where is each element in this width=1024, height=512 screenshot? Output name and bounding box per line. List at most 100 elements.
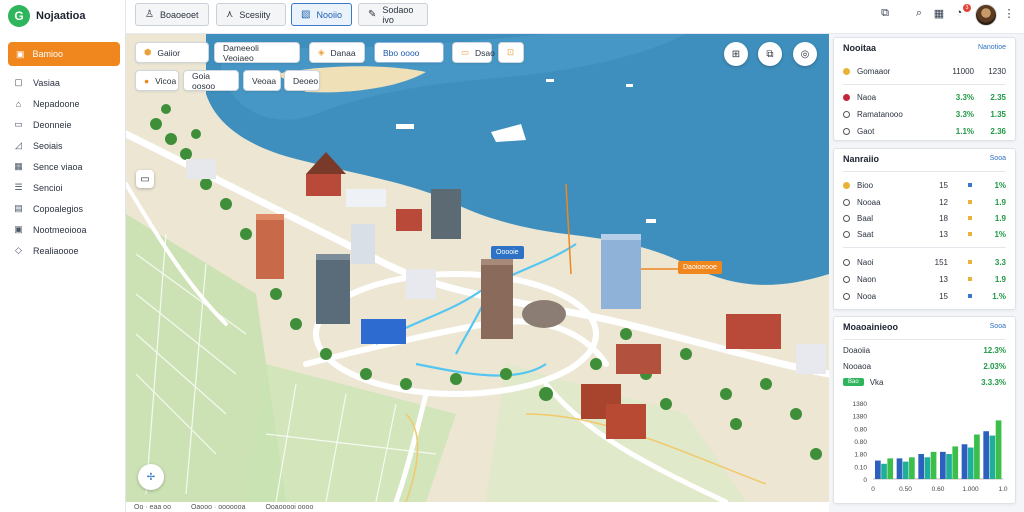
bar-chart: 1380 1380 0.80 0.80 1.80 0.10 00 0.50 0.60 1.000 1…	[853, 401, 1008, 493]
layers-icon: ◈	[318, 47, 325, 57]
divider	[843, 171, 1006, 172]
panel-link[interactable]: Nanotioe	[978, 44, 1006, 51]
map-filter-chip[interactable]: ⊡	[498, 42, 524, 63]
bar[interactable]	[909, 457, 915, 479]
map-filter-chip[interactable]: ⬢ Gaiior	[135, 42, 209, 63]
sidebar-item-label: Sencioi	[33, 182, 63, 193]
toolbar-button-2[interactable]: ▧ Nooiio	[291, 3, 352, 26]
metric-row[interactable]: Doaoiia 12.3%	[843, 343, 1006, 357]
map-status-bar: Oo · eaa oo Oaooo · ooooooa Ooaooooi oooo	[126, 502, 829, 512]
chart-icon: ◿	[15, 140, 22, 150]
metric-row[interactable]: Nooaoa 2.03%	[843, 359, 1006, 373]
toolbar-button-1[interactable]: ⋏ Scesiity	[216, 3, 286, 26]
bar[interactable]	[983, 431, 990, 479]
sidebar-item-8[interactable]: ◇ Realiaoooe	[8, 240, 120, 261]
bar[interactable]	[974, 434, 980, 479]
share-icon[interactable]: ⧉	[878, 6, 892, 20]
row-label: Nooa	[857, 291, 877, 301]
sidebar-item-5[interactable]: ☰ Sencioi	[8, 177, 120, 198]
bar[interactable]	[961, 444, 968, 479]
bar[interactable]	[946, 454, 952, 479]
status-dot-icon	[843, 127, 850, 135]
row-label: Naoa	[857, 92, 877, 102]
toolbar-button-label: Sodaoo ivo	[382, 4, 414, 25]
map-filter-chip[interactable]: Dameeoli Veoiaeo	[214, 42, 300, 63]
more-icon[interactable]: ⋮	[1002, 6, 1016, 20]
avatar[interactable]	[975, 4, 997, 26]
file-icon: ▣	[16, 48, 25, 59]
list-item[interactable]: Bioo 15 1%	[843, 178, 1006, 192]
sidebar-item-4[interactable]: ▦ Sence viaoa	[8, 156, 120, 177]
bar[interactable]	[940, 451, 946, 479]
indicator-square-icon	[968, 294, 972, 298]
sidebar-item-2[interactable]: ▭ Deonneie	[8, 114, 120, 135]
bar[interactable]	[924, 457, 931, 479]
status-dot-icon	[843, 198, 850, 206]
map-filter-chip[interactable]: ▭ Dsao	[452, 42, 495, 63]
bar[interactable]	[918, 454, 925, 479]
map-filter-chip[interactable]: ◈ Danaa	[309, 42, 365, 63]
map-view[interactable]: ⬢ Gaiior Dameeoli Veoiaeo ◈ Danaa Bbo oooo ▭ Ds…	[126, 34, 829, 502]
row-value-1: 11000	[952, 66, 974, 76]
pin-icon: ●	[144, 75, 150, 86]
map-label-tag-2[interactable]: Daoioeooe	[678, 261, 722, 274]
bar[interactable]	[896, 458, 903, 479]
list-item[interactable]: Saat 13 1%	[843, 227, 1006, 241]
map-filter-chip[interactable]: Goia oosoo	[183, 70, 239, 91]
sidebar-item-0[interactable]: ▢ Vasiaa	[8, 72, 120, 93]
row-label: Vka	[869, 377, 884, 387]
map-filter-chip[interactable]: ● Vicoa	[135, 70, 179, 91]
stats-row[interactable]: Naoa 3.3% 2.35	[843, 90, 1006, 104]
search-icon[interactable]: ⌕	[912, 6, 926, 20]
bar[interactable]	[995, 420, 1002, 479]
logo-icon: G	[8, 5, 30, 27]
bar[interactable]	[887, 458, 894, 479]
chip-label: Veoaa	[252, 75, 277, 86]
map-filter-chip[interactable]: Deoeo	[284, 70, 320, 91]
map-filter-chip[interactable]: Veoaa	[243, 70, 281, 91]
sidebar-item-7[interactable]: ▣ Nootmeoiooa	[8, 219, 120, 240]
row-value-2: 1.9	[994, 197, 1006, 207]
stats-row[interactable]: Gaot 1.1% 2.36	[843, 124, 1006, 138]
sidebar-item-primary[interactable]: ▣ Bamioo	[8, 42, 120, 66]
list-item[interactable]: Nooaa 12 1.9	[843, 195, 1006, 209]
bar[interactable]	[875, 460, 881, 479]
list-item[interactable]: Nooa 15 1.%	[843, 289, 1006, 303]
map-label-tag-1[interactable]: Ooooie	[491, 246, 524, 259]
row-value-2: 1230	[988, 66, 1006, 76]
sidebar-item-3[interactable]: ◿ Seoiais	[8, 135, 120, 156]
list-item[interactable]: Naon 13 1.9	[843, 272, 1006, 286]
map-marker-button[interactable]: ▭	[136, 170, 154, 188]
bar[interactable]	[881, 463, 887, 479]
building-icon: ▦	[14, 161, 23, 171]
stats-top-row: Gomaaor 11000 1230	[843, 64, 1006, 78]
locate-button[interactable]: ◎	[793, 42, 817, 66]
grid-icon[interactable]: ▦	[932, 6, 946, 20]
compass-button[interactable]: ✢	[138, 464, 164, 490]
stats-row[interactable]: Ramatanooo 3.3% 1.35	[843, 107, 1006, 121]
map-filter-chip[interactable]: Bbo oooo	[374, 42, 444, 63]
zoom-in-button[interactable]: ⊞	[724, 42, 748, 66]
panel-link[interactable]: Sooa	[990, 155, 1006, 162]
metric-row[interactable]: Bao Vka 3.3.3%	[843, 375, 1006, 389]
toolbar-button-3[interactable]: ✎ Sodaoo ivo	[358, 3, 428, 26]
square-icon: ▢	[14, 77, 23, 87]
bus-icon: ▭	[461, 47, 470, 57]
brand[interactable]: G Nojaatioa	[8, 5, 86, 27]
panel-link[interactable]: Sooa	[990, 323, 1006, 330]
sidebar-item-1[interactable]: ⌂ Nepadoone	[8, 93, 120, 114]
x-tick-label: 0	[871, 486, 875, 493]
list-item[interactable]: Naoi 151 3.3	[843, 255, 1006, 269]
bar[interactable]	[989, 435, 996, 479]
layers-button[interactable]: ⧉	[758, 42, 782, 66]
list-item[interactable]: Baal 18 1.9	[843, 211, 1006, 225]
status-text: Oo · eaa oo	[134, 503, 171, 511]
bar[interactable]	[952, 446, 959, 479]
notification-badge: 3	[963, 4, 971, 12]
toolbar-button-0[interactable]: ♙ Boaoeoet	[135, 3, 209, 26]
bar[interactable]	[967, 447, 974, 479]
bar[interactable]	[930, 451, 937, 479]
sidebar-item-6[interactable]: ▤ Copoalegios	[8, 198, 120, 219]
bar[interactable]	[902, 461, 909, 479]
row-label: Nooaa	[857, 197, 881, 207]
